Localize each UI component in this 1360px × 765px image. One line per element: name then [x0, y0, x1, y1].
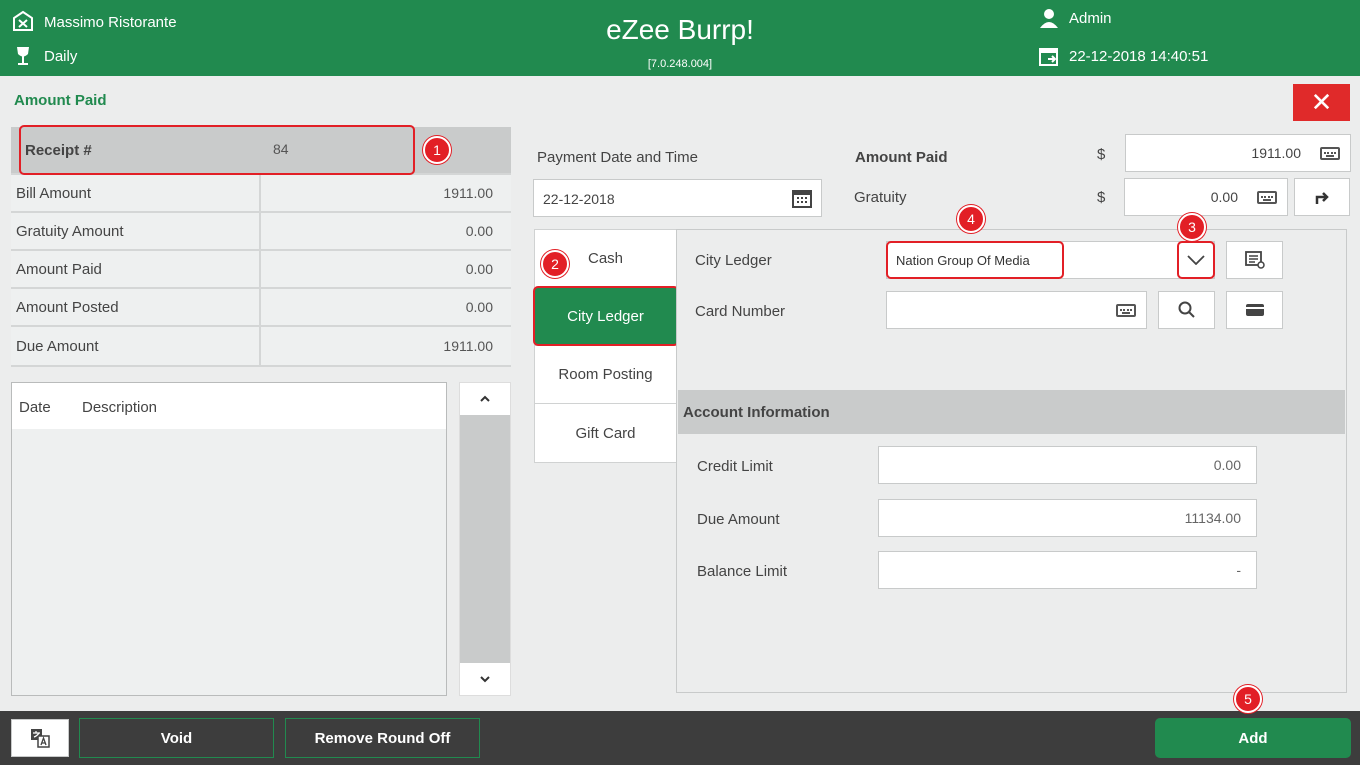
- step-badge-2: 2: [541, 250, 569, 278]
- highlight-city-ledger-tab: [533, 286, 679, 346]
- row-value: 1911.00: [443, 338, 493, 354]
- gratuity-label: Gratuity: [854, 189, 907, 206]
- chevron-up-icon: [480, 395, 490, 402]
- user-name: Admin: [1069, 10, 1112, 27]
- app-title: eZee Burrp!: [606, 14, 754, 45]
- row-label: Bill Amount: [16, 185, 92, 202]
- city-ledger-label: City Ledger: [695, 252, 772, 269]
- amount-posted-row: Amount Posted 0.00: [11, 289, 511, 327]
- currency-symbol: $: [1097, 146, 1106, 163]
- payment-date-label: Payment Date and Time: [537, 149, 698, 166]
- balance-limit-label: Balance Limit: [697, 563, 788, 580]
- amount-paid-row: Amount Paid 0.00: [11, 251, 511, 289]
- column-description: Description: [82, 399, 158, 416]
- remove-round-off-button[interactable]: Remove Round Off: [285, 718, 480, 758]
- due-amount-field: 11134.00: [878, 499, 1257, 537]
- list-scrollbar[interactable]: [459, 382, 511, 696]
- credit-limit-field: 0.00: [878, 446, 1257, 484]
- header-datetime: 22-12-2018 14:40:51: [1069, 48, 1209, 65]
- app-header: Massimo Ristorante Daily eZee Burrp! [7.…: [0, 0, 1360, 76]
- add-button[interactable]: Add: [1155, 718, 1351, 758]
- row-label: Amount Posted: [16, 299, 119, 316]
- chevron-down-icon: [480, 676, 490, 683]
- scroll-down-button[interactable]: [460, 663, 510, 695]
- highlight-city-ledger-value: [886, 241, 1064, 279]
- turn-arrow-icon: [1315, 192, 1329, 204]
- row-value: 0.00: [465, 261, 493, 277]
- row-value: 1911.00: [443, 185, 493, 201]
- step-badge-5: 5: [1234, 685, 1262, 713]
- payment-date-value: 22-12-2018: [543, 191, 615, 207]
- column-date: Date: [19, 399, 51, 416]
- due-amount-label: Due Amount: [697, 511, 780, 528]
- calendar-icon[interactable]: [792, 188, 812, 211]
- keyboard-icon[interactable]: [1257, 191, 1277, 204]
- keyboard-icon[interactable]: [1116, 304, 1136, 317]
- row-label: Amount Paid: [16, 261, 102, 278]
- calendar-clock-icon: [1038, 45, 1060, 67]
- gratuity-transfer-button[interactable]: [1294, 178, 1350, 216]
- tab-gift-card[interactable]: Gift Card: [535, 404, 676, 462]
- translate-icon: [31, 729, 50, 748]
- credit-card-icon: [1245, 304, 1264, 316]
- gratuity-field[interactable]: 0.00: [1124, 178, 1288, 216]
- transaction-list: Date Description: [11, 382, 447, 696]
- step-badge-1: 1: [423, 136, 451, 164]
- search-icon: [1178, 301, 1195, 318]
- gratuity-value: 0.00: [1210, 189, 1238, 205]
- payment-date-field[interactable]: 22-12-2018: [533, 179, 822, 217]
- gratuity-amount-row: Gratuity Amount 0.00: [11, 213, 511, 251]
- search-button[interactable]: [1158, 291, 1215, 329]
- row-value: 0.00: [465, 223, 493, 239]
- row-label: Due Amount: [16, 338, 99, 355]
- amount-paid-field[interactable]: 1911.00: [1125, 134, 1351, 172]
- due-amount-value: 11134.00: [1184, 510, 1241, 526]
- list-header: Date Description: [12, 383, 446, 429]
- account-information-heading: Account Information: [678, 390, 1345, 434]
- row-value: 0.00: [465, 299, 493, 315]
- step-badge-4: 4: [957, 205, 985, 233]
- close-button[interactable]: ✕: [1293, 84, 1350, 121]
- currency-symbol: $: [1097, 189, 1106, 206]
- card-number-field[interactable]: [886, 291, 1147, 329]
- balance-limit-field: -: [878, 551, 1257, 589]
- card-number-label: Card Number: [695, 303, 786, 320]
- keyboard-icon[interactable]: [1320, 147, 1340, 160]
- scroll-up-button[interactable]: [460, 383, 510, 415]
- footer-bar: Void Remove Round Off Add: [0, 711, 1360, 765]
- balance-limit-value: -: [1236, 562, 1241, 578]
- swipe-card-button[interactable]: [1226, 291, 1283, 329]
- highlight-receipt: [19, 125, 415, 175]
- due-amount-row: Due Amount 1911.00: [11, 327, 511, 367]
- amount-paid-value: 1911.00: [1251, 145, 1301, 161]
- row-label: Gratuity Amount: [16, 223, 124, 240]
- ledger-list-icon: [1244, 251, 1265, 269]
- step-badge-3: 3: [1178, 213, 1206, 241]
- chevron-down-icon: [1187, 255, 1205, 265]
- void-button[interactable]: Void: [79, 718, 274, 758]
- user-icon: [1040, 8, 1058, 28]
- credit-limit-value: 0.00: [1213, 457, 1241, 473]
- credit-limit-label: Credit Limit: [697, 458, 773, 475]
- city-ledger-dropdown-button[interactable]: [1177, 241, 1215, 279]
- language-button[interactable]: [11, 719, 69, 757]
- section-title: Amount Paid: [14, 92, 107, 109]
- amount-paid-label: Amount Paid: [855, 149, 948, 166]
- bill-amount-row: Bill Amount 1911.00: [11, 175, 511, 213]
- ledger-details-button[interactable]: [1226, 241, 1283, 279]
- tab-room-posting[interactable]: Room Posting: [535, 346, 676, 404]
